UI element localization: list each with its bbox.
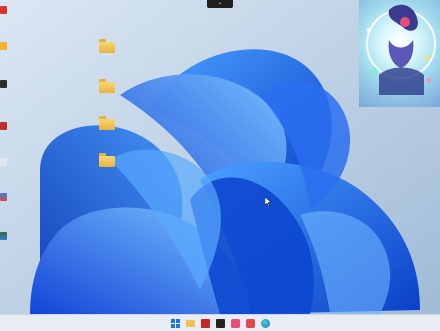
desktop-widget-image[interactable] xyxy=(359,0,440,107)
taskbar-file-explorer[interactable] xyxy=(184,317,196,329)
desktop-icon-app[interactable] xyxy=(0,6,7,14)
folder-icon xyxy=(99,79,115,93)
chevron-down-icon: ⌄ xyxy=(217,0,223,6)
desktop-icon-app[interactable] xyxy=(0,232,7,240)
app-icon xyxy=(215,318,225,328)
folder-icon xyxy=(99,39,115,53)
folder-icon xyxy=(99,116,115,130)
folder-icon xyxy=(185,319,195,327)
taskbar-app-dark[interactable] xyxy=(214,317,226,329)
desktop-icon-app[interactable] xyxy=(0,80,7,88)
taskbar-app-red[interactable] xyxy=(199,317,211,329)
desktop-icon-file[interactable] xyxy=(0,158,7,166)
desktop-folder[interactable] xyxy=(89,153,125,169)
taskbar-app-red2[interactable] xyxy=(244,317,256,329)
app-icon xyxy=(230,318,240,328)
desktop-folder[interactable] xyxy=(89,39,125,55)
taskbar-app-pink[interactable] xyxy=(229,317,241,329)
app-icon xyxy=(245,318,255,328)
desktop-icon-app[interactable] xyxy=(0,122,7,130)
desktop-icon-app[interactable] xyxy=(0,193,7,201)
edge-icon xyxy=(260,318,270,328)
taskbar-edge[interactable] xyxy=(259,317,271,329)
mouse-cursor-icon xyxy=(265,197,271,206)
desktop-icon-file[interactable] xyxy=(0,42,7,50)
taskbar xyxy=(0,314,440,331)
anime-character-icon xyxy=(366,4,436,95)
desktop-folder[interactable] xyxy=(89,79,125,95)
app-icon xyxy=(200,318,210,328)
folder-icon xyxy=(99,153,115,167)
windows-logo-icon xyxy=(170,318,180,328)
desktop-folder[interactable] xyxy=(89,116,125,132)
top-collapse-tab[interactable]: ⌄ xyxy=(207,0,233,8)
start-button[interactable] xyxy=(169,317,181,329)
